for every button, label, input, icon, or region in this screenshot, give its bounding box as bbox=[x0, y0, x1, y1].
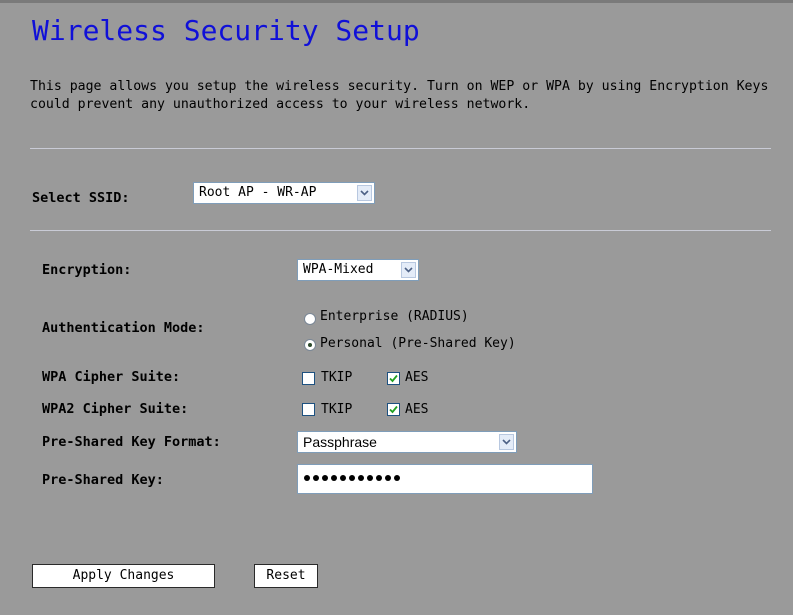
wpa2-tkip-label: TKIP bbox=[321, 402, 353, 417]
wpa-aes-checkbox[interactable] bbox=[387, 372, 400, 385]
page-title: Wireless Security Setup bbox=[32, 14, 420, 47]
auth-mode-label: Authentication Mode: bbox=[42, 320, 205, 336]
encryption-select[interactable]: WPA-Mixed bbox=[297, 259, 419, 281]
divider bbox=[30, 230, 771, 231]
mask-dot bbox=[385, 475, 391, 481]
chevron-down-icon[interactable] bbox=[401, 262, 416, 278]
mask-dot bbox=[322, 475, 328, 481]
apply-changes-button[interactable]: Apply Changes bbox=[32, 564, 215, 588]
mask-dot bbox=[394, 475, 400, 481]
chevron-down-icon[interactable] bbox=[357, 185, 372, 201]
wpa2-aes-checkbox[interactable] bbox=[387, 403, 400, 416]
wpa-tkip-label: TKIP bbox=[321, 370, 353, 385]
mask-dot bbox=[358, 475, 364, 481]
wpa2-cipher-label: WPA2 Cipher Suite: bbox=[42, 401, 189, 417]
mask-dot bbox=[349, 475, 355, 481]
psk-masked-value bbox=[304, 475, 400, 481]
wpa2-aes-label: AES bbox=[405, 402, 429, 417]
mask-dot bbox=[331, 475, 337, 481]
psk-format-select-value: Passphrase bbox=[303, 434, 377, 450]
auth-enterprise-radio[interactable] bbox=[304, 313, 316, 325]
mask-dot bbox=[304, 475, 310, 481]
psk-format-label: Pre-Shared Key Format: bbox=[42, 434, 221, 450]
psk-label: Pre-Shared Key: bbox=[42, 472, 164, 488]
mask-dot bbox=[340, 475, 346, 481]
mask-dot bbox=[376, 475, 382, 481]
encryption-label: Encryption: bbox=[42, 262, 132, 278]
checkmark-icon bbox=[389, 374, 398, 383]
wpa-aes-label: AES bbox=[405, 370, 429, 385]
auth-personal-label: Personal (Pre-Shared Key) bbox=[320, 336, 516, 351]
mask-dot bbox=[367, 475, 373, 481]
auth-personal-radio[interactable] bbox=[304, 339, 316, 351]
psk-input[interactable] bbox=[297, 464, 593, 494]
ssid-label: Select SSID: bbox=[32, 190, 130, 206]
mask-dot bbox=[313, 475, 319, 481]
chevron-down-icon[interactable] bbox=[499, 434, 514, 450]
wpa-tkip-checkbox[interactable] bbox=[302, 372, 315, 385]
window-top-border bbox=[0, 0, 793, 3]
divider bbox=[30, 148, 771, 149]
ssid-select-value: Root AP - WR-AP bbox=[199, 185, 317, 200]
page-description: This page allows you setup the wireless … bbox=[30, 79, 769, 112]
ssid-select[interactable]: Root AP - WR-AP bbox=[193, 182, 375, 204]
auth-enterprise-label: Enterprise (RADIUS) bbox=[320, 309, 469, 324]
wpa2-tkip-checkbox[interactable] bbox=[302, 403, 315, 416]
psk-format-select[interactable]: Passphrase bbox=[297, 431, 517, 453]
reset-button[interactable]: Reset bbox=[254, 564, 318, 588]
checkmark-icon bbox=[389, 405, 398, 414]
wpa-cipher-label: WPA Cipher Suite: bbox=[42, 369, 181, 385]
encryption-select-value: WPA-Mixed bbox=[303, 262, 374, 277]
